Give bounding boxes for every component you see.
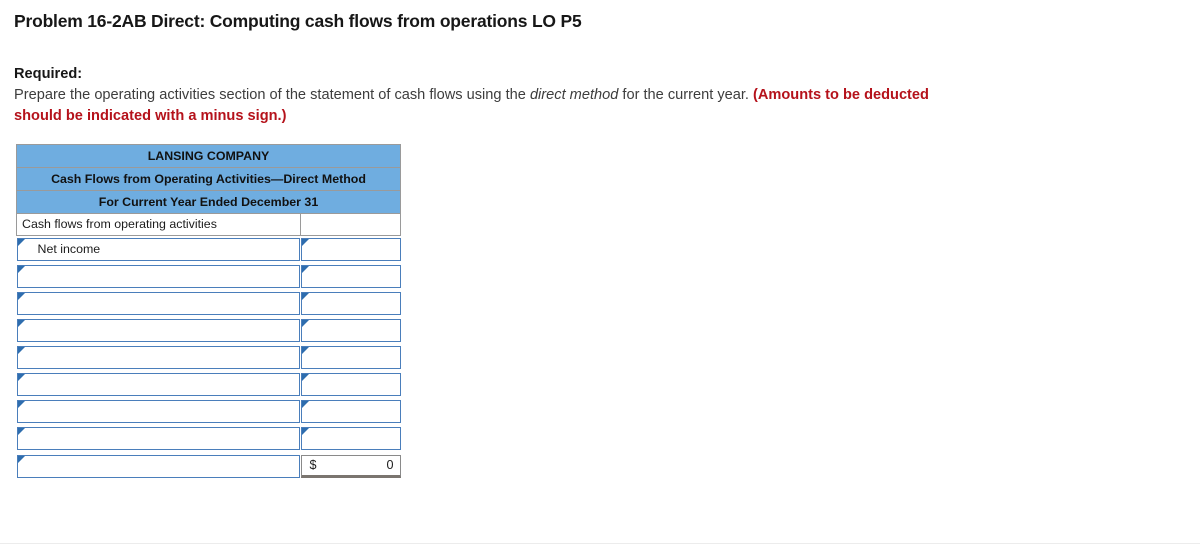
table-row	[16, 371, 401, 398]
row-amount-container	[300, 263, 401, 290]
dropdown-marker-icon	[301, 374, 309, 381]
row-label-container	[16, 290, 301, 317]
row-amount-input-2[interactable]	[300, 292, 401, 315]
row-amount-container	[300, 344, 401, 371]
row-label-input-3[interactable]	[16, 319, 300, 342]
row-amount-input-1[interactable]	[300, 265, 401, 288]
total-amount-container: $ 0	[300, 452, 401, 480]
row-amount-container	[300, 317, 401, 344]
row-label-value: Net income	[37, 242, 101, 256]
currency-symbol: $	[309, 458, 317, 472]
row-label-container: Net income	[16, 236, 301, 264]
worksheet-total-row: $ 0	[16, 452, 401, 480]
row-label-input-7[interactable]	[16, 427, 300, 450]
dropdown-marker-icon	[301, 401, 309, 408]
dropdown-marker-icon	[17, 266, 25, 273]
row-label-container	[16, 263, 301, 290]
table-row: Net income	[16, 236, 401, 264]
table-row	[16, 398, 401, 425]
table-row	[16, 425, 401, 452]
worksheet-period: For Current Year Ended December 31	[16, 190, 401, 214]
worksheet-header-row-period: For Current Year Ended December 31	[16, 190, 401, 214]
row-label-input-6[interactable]	[16, 400, 300, 423]
row-label-container	[16, 398, 301, 425]
table-row	[16, 263, 401, 290]
section-amount	[300, 213, 401, 236]
row-label-input-2[interactable]	[16, 292, 300, 315]
row-amount-container	[300, 425, 401, 452]
table-row	[16, 317, 401, 344]
question-page: Problem 16-2AB Direct: Computing cash fl…	[0, 0, 1200, 551]
table-row	[16, 290, 401, 317]
row-label-container	[16, 371, 301, 398]
row-label-container	[16, 317, 301, 344]
dropdown-marker-icon	[301, 266, 309, 273]
dropdown-marker-icon	[17, 293, 25, 300]
dropdown-marker-icon	[301, 293, 309, 300]
dropdown-marker-icon	[17, 320, 25, 327]
required-label: Required:	[14, 66, 83, 82]
instruction-text-part2: for the current year.	[618, 87, 754, 103]
table-row	[16, 344, 401, 371]
row-amount-input-6[interactable]	[300, 400, 401, 423]
total-value: 0	[386, 458, 394, 472]
row-label-container	[16, 425, 301, 452]
row-label-input-4[interactable]	[16, 346, 300, 369]
dropdown-marker-icon	[17, 347, 25, 354]
section-label: Cash flows from operating activities	[16, 213, 301, 236]
cash-flow-worksheet: LANSING COMPANY Cash Flows from Operatin…	[16, 144, 401, 480]
row-amount-container	[300, 236, 401, 264]
row-amount-input-7[interactable]	[300, 427, 401, 450]
row-label-input-1[interactable]	[16, 265, 300, 288]
total-label-container	[16, 452, 301, 480]
page-bottom-divider	[0, 543, 1200, 544]
worksheet-header-row-company: LANSING COMPANY	[16, 144, 401, 168]
row-amount-input-4[interactable]	[300, 346, 401, 369]
row-label-input-0[interactable]: Net income	[16, 238, 300, 261]
total-label-input[interactable]	[16, 454, 300, 478]
worksheet-section-row: Cash flows from operating activities	[16, 213, 401, 236]
row-amount-container	[300, 398, 401, 425]
dropdown-marker-icon	[301, 428, 309, 435]
required-body: Prepare the operating activities section…	[14, 85, 974, 127]
required-instructions: Required: Prepare the operating activiti…	[14, 64, 974, 127]
row-amount-input-5[interactable]	[300, 373, 401, 396]
dropdown-marker-icon	[17, 428, 25, 435]
dropdown-marker-icon	[301, 320, 309, 327]
worksheet-statement-name: Cash Flows from Operating Activities—Dir…	[16, 167, 401, 191]
row-label-input-5[interactable]	[16, 373, 300, 396]
total-amount-cell: $ 0	[300, 454, 401, 478]
row-amount-container	[300, 371, 401, 398]
worksheet-header-row-statement: Cash Flows from Operating Activities—Dir…	[16, 167, 401, 191]
row-amount-input-3[interactable]	[300, 319, 401, 342]
dropdown-marker-icon	[17, 239, 25, 246]
row-amount-container	[300, 290, 401, 317]
page-title: Problem 16-2AB Direct: Computing cash fl…	[14, 11, 582, 31]
dropdown-marker-icon	[17, 401, 25, 408]
dropdown-marker-icon	[301, 239, 309, 246]
dropdown-marker-icon	[301, 347, 309, 354]
row-amount-input-0[interactable]	[300, 238, 401, 261]
dropdown-marker-icon	[17, 455, 25, 463]
instruction-italic-term: direct method	[529, 87, 619, 103]
dropdown-marker-icon	[17, 374, 25, 381]
row-label-container	[16, 344, 301, 371]
instruction-text-part1: Prepare the operating activities section…	[14, 87, 530, 103]
worksheet-company-name: LANSING COMPANY	[16, 144, 401, 168]
